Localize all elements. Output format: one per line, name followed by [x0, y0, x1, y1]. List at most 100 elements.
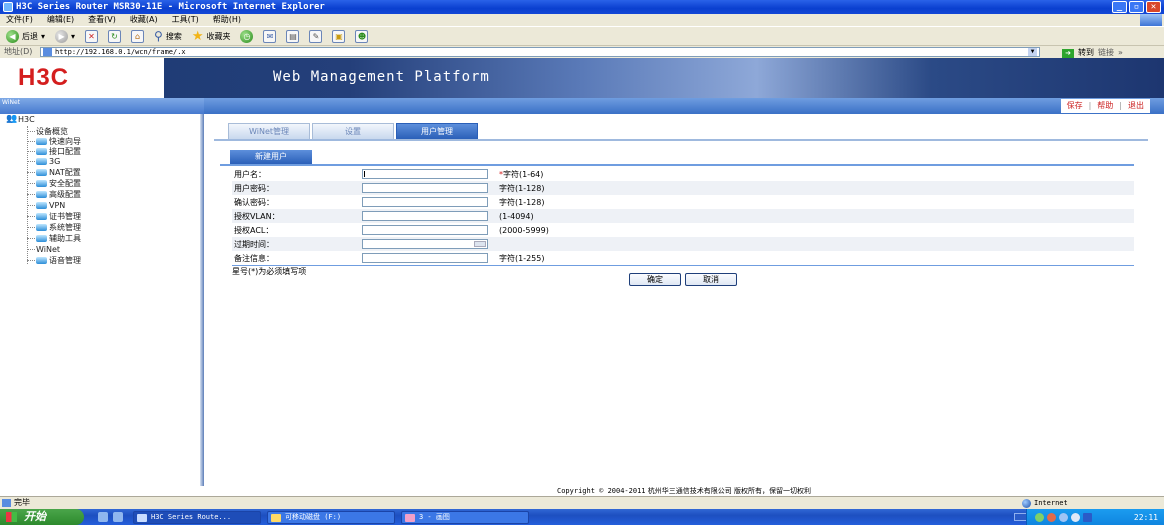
expiry-input[interactable]: [362, 239, 488, 249]
sidebar-item-3g[interactable]: 3G: [27, 156, 60, 166]
menu-file[interactable]: 文件(F): [6, 14, 33, 26]
password-input[interactable]: [362, 183, 488, 193]
acl-hint: (2000-5999): [499, 225, 549, 235]
network-icon[interactable]: [1059, 512, 1068, 522]
tree-root[interactable]: 👥 H3C: [6, 115, 35, 125]
volume-icon[interactable]: [1071, 512, 1080, 522]
sidebar-item-advanced[interactable]: 高级配置: [27, 189, 81, 199]
new-user-form: 用户名： *字符(1-64) 用户密码： 字符(1-128) 确认密码： 字符(…: [232, 167, 1134, 265]
search-button[interactable]: ⚲ 搜索: [152, 28, 184, 44]
vlan-input[interactable]: [362, 211, 488, 221]
menu-tools[interactable]: 工具(T): [172, 14, 199, 26]
cancel-button[interactable]: 取消: [685, 273, 737, 286]
desktop-quicklaunch-icon[interactable]: [113, 512, 123, 522]
password-hint: 字符(1-128): [496, 181, 1134, 195]
taskbar-item-ie[interactable]: H3C Series Route...: [133, 510, 261, 524]
discuss-button[interactable]: ▣: [330, 28, 347, 44]
edit-button[interactable]: ✎: [307, 28, 324, 44]
sidebar-item-certificate[interactable]: 证书管理: [27, 211, 81, 221]
ie-quicklaunch-icon[interactable]: [98, 512, 108, 522]
sidebar-item-nat[interactable]: NAT配置: [27, 167, 81, 177]
folder-icon: [36, 179, 47, 187]
stop-icon: ✕: [85, 29, 99, 43]
folder-icon: [36, 201, 47, 209]
go-arrow-icon[interactable]: ➜: [1062, 48, 1074, 58]
tree-root-label: H3C: [18, 115, 35, 124]
folder-icon: [36, 157, 47, 165]
edit-icon: ✎: [309, 29, 323, 43]
taskbar-item-paint[interactable]: 3 - 画图: [401, 510, 529, 524]
system-tray: 22:11: [1026, 509, 1164, 525]
mail-button[interactable]: ✉: [261, 28, 278, 44]
sidebar-item-label: 3G: [49, 156, 61, 166]
start-button[interactable]: 开始: [0, 509, 84, 525]
tray-icon[interactable]: [1035, 512, 1044, 522]
sidebar-item-wizard[interactable]: 快速向导: [27, 136, 81, 146]
form-row-expiry: 过期时间：: [232, 237, 1134, 251]
clock[interactable]: 22:11: [1134, 513, 1158, 522]
folder-icon: [36, 223, 47, 231]
sidebar-item-system[interactable]: 系统管理: [27, 222, 81, 232]
monitor-icon[interactable]: [1083, 512, 1092, 522]
history-button[interactable]: ◷: [238, 28, 255, 44]
home-icon: ⌂: [131, 29, 145, 43]
folder-icon: [36, 234, 47, 242]
h3c-logo: H3C: [18, 64, 70, 91]
save-link[interactable]: 保存: [1067, 99, 1083, 113]
separator: |: [1088, 101, 1092, 110]
sidebar-item-label: VPN: [49, 200, 66, 210]
tab-winet-manage[interactable]: WiNet管理: [228, 123, 310, 139]
refresh-button[interactable]: ↻: [106, 28, 123, 44]
form-bottom-line: [232, 265, 1134, 266]
logout-link[interactable]: 退出: [1128, 99, 1144, 113]
menu-view[interactable]: 查看(V): [88, 14, 116, 26]
sidebar-item-tools[interactable]: 辅助工具: [27, 233, 81, 243]
forward-button[interactable]: ▶ ▾: [53, 28, 77, 44]
mail-icon: ✉: [263, 29, 277, 43]
ok-button[interactable]: 确定: [629, 273, 681, 286]
confirm-password-input[interactable]: [362, 197, 488, 207]
remark-input[interactable]: [362, 253, 488, 263]
sidebar-item-voice[interactable]: 语音管理: [27, 255, 81, 265]
copyright-text: Copyright © 2004-2011: [557, 487, 646, 495]
sidebar-item-winet[interactable]: WiNet: [27, 244, 60, 254]
subtab-new-user[interactable]: 新建用户: [230, 150, 312, 164]
sidebar-item-overview[interactable]: 设备概览: [27, 126, 68, 136]
menu-favorites[interactable]: 收藏(A): [130, 14, 158, 26]
calendar-icon[interactable]: [474, 241, 486, 247]
minimize-button[interactable]: _: [1112, 1, 1127, 13]
tray-icon[interactable]: [1047, 512, 1056, 522]
address-input[interactable]: http://192.168.0.1/wcn/frame/.x ▼: [40, 47, 1040, 57]
sidebar-item-security[interactable]: 安全配置: [27, 178, 81, 188]
print-button[interactable]: ▤: [284, 28, 301, 44]
close-button[interactable]: ✕: [1146, 1, 1161, 13]
address-dropdown-button[interactable]: ▼: [1028, 48, 1037, 56]
sidebar-item-vpn[interactable]: VPN: [27, 200, 65, 210]
taskbar: 开始 H3C Series Route... 可移动磁盘 (F:) 3 - 画图…: [0, 509, 1164, 525]
confirm-password-hint: 字符(1-128): [499, 197, 545, 207]
sidebar-item-interface[interactable]: 接口配置: [27, 146, 81, 156]
discuss-icon: ▣: [332, 29, 346, 43]
home-button[interactable]: ⌂: [129, 28, 146, 44]
menu-edit[interactable]: 编辑(E): [47, 14, 74, 26]
favorites-button[interactable]: ★ 收藏夹: [190, 28, 233, 44]
ie-app-icon: [3, 2, 13, 12]
tab-settings[interactable]: 设置: [312, 123, 394, 139]
back-button[interactable]: ◀ 后退 ▾: [4, 28, 47, 44]
menu-help[interactable]: 帮助(H): [213, 14, 241, 26]
task-label: H3C Series Route...: [151, 512, 232, 521]
vlan-label: 授权VLAN：: [232, 209, 359, 223]
help-link[interactable]: 帮助: [1097, 99, 1113, 113]
menu-bar: 文件(F) 编辑(E) 查看(V) 收藏(A) 工具(T) 帮助(H): [0, 14, 1164, 26]
messenger-button[interactable]: ☻: [353, 28, 370, 44]
back-label: 后退: [22, 31, 38, 41]
stop-button[interactable]: ✕: [83, 28, 100, 44]
username-input[interactable]: [362, 169, 488, 179]
maximize-button[interactable]: ▫: [1129, 1, 1144, 13]
acl-input[interactable]: [362, 225, 488, 235]
folder-icon: [36, 212, 47, 220]
tab-user-manage[interactable]: 用户管理: [396, 123, 478, 139]
window-titlebar: H3C Series Router MSR30-11E - Microsoft …: [0, 0, 1164, 14]
taskbar-item-removable-disk[interactable]: 可移动磁盘 (F:): [267, 510, 395, 524]
page-icon: [2, 499, 11, 507]
